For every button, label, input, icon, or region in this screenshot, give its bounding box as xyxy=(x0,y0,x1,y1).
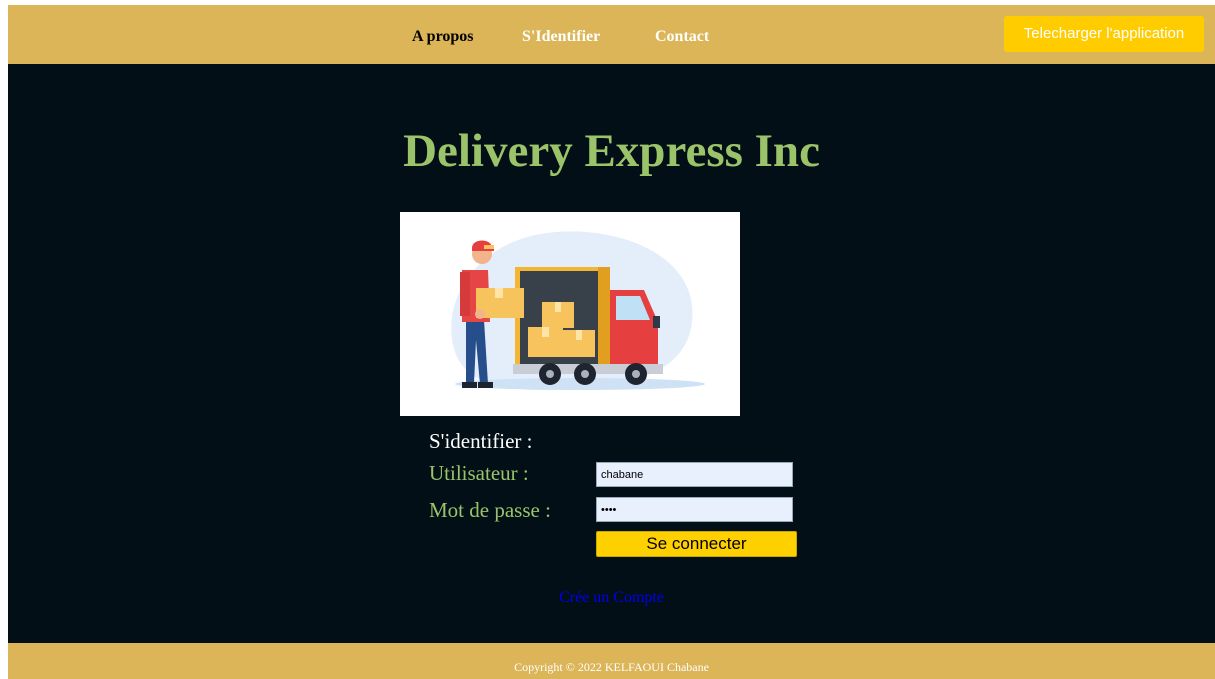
copyright-text: Copyright © 2022 KELFAOUI Chabane xyxy=(514,660,709,674)
top-nav-bar: A propos S'Identifier Contact Telecharge… xyxy=(8,5,1215,64)
login-heading: S'identifier : xyxy=(429,429,533,453)
delivery-truck-illustration xyxy=(400,212,740,416)
page-frame: A propos S'Identifier Contact Telecharge… xyxy=(8,5,1215,679)
page-title: Delivery Express Inc xyxy=(403,125,820,177)
login-submit-button[interactable]: Se connecter xyxy=(596,531,797,557)
password-label: Mot de passe : xyxy=(429,498,551,522)
password-input[interactable] xyxy=(596,497,793,522)
nav-link-about[interactable]: A propos xyxy=(412,28,474,46)
username-label: Utilisateur : xyxy=(429,461,529,485)
username-input[interactable] xyxy=(596,462,793,487)
delivery-truck-image xyxy=(451,231,705,391)
download-app-button[interactable]: Telecharger l'application xyxy=(1004,16,1204,52)
nav-link-login[interactable]: S'Identifier xyxy=(522,28,600,46)
footer-bar: Copyright © 2022 KELFAOUI Chabane xyxy=(8,643,1215,679)
create-account-link[interactable]: Crée un Compte xyxy=(8,589,1215,607)
nav-link-contact[interactable]: Contact xyxy=(655,28,709,46)
